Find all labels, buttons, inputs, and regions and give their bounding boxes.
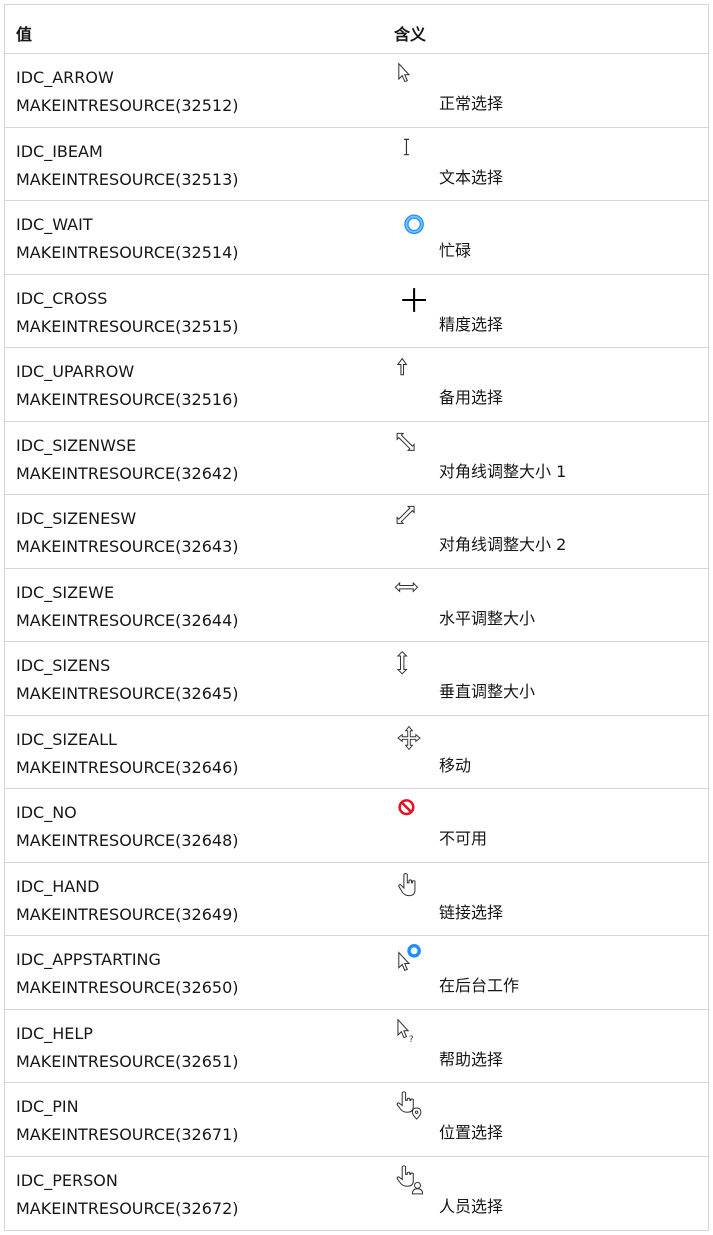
cursor-resource-code: MAKEINTRESOURCE(32651) [16, 1051, 239, 1071]
cursor-resource-code: MAKEINTRESOURCE(32643) [16, 537, 239, 556]
up-arrow-icon [392, 356, 426, 390]
cursor-constant-name: IDC_SIZEALL [16, 729, 117, 749]
cursor-meaning: 水平调整大小 [439, 608, 536, 628]
table-row: IDC_PERSON MAKEINTRESOURCE(32672) 人员选择 [5, 1157, 708, 1231]
arrow-busy-icon [392, 944, 426, 978]
table-row: IDC_PIN MAKEINTRESOURCE(32671) 位置选择 [5, 1083, 708, 1157]
svg-text:?: ? [409, 1034, 414, 1044]
resize-nesw-icon [392, 503, 426, 537]
cursor-constant-name: IDC_SIZEWE [16, 582, 115, 602]
cursor-meaning: 不可用 [439, 829, 488, 848]
table-row: IDC_IBEAM MAKEINTRESOURCE(32513) 文本选择 [5, 128, 708, 201]
cursor-table: 值 含义 IDC_ARROW MAKEINTRESOURCE(32512) 正常选择… [4, 4, 709, 1231]
cursor-meaning: 帮助选择 [439, 1049, 504, 1069]
cursor-resource-code: MAKEINTRESOURCE(32645) [16, 684, 239, 703]
cursor-resource-code: MAKEINTRESOURCE(32650) [16, 978, 239, 997]
cursor-meaning: 文本选择 [439, 167, 504, 187]
cursor-meaning: 备用选择 [439, 388, 504, 407]
cursor-meaning: 对角线调整大小 1 [439, 461, 567, 481]
resize-nwse-icon [392, 430, 426, 464]
cursor-resource-code: MAKEINTRESOURCE(32648) [16, 831, 239, 850]
table-row: IDC_UPARROW MAKEINTRESOURCE(32516) 备用选择 [5, 348, 708, 422]
table-row: IDC_SIZEWE MAKEINTRESOURCE(32644) 水平调整大小 [5, 569, 708, 642]
move-icon [392, 724, 426, 758]
table-row: IDC_HAND MAKEINTRESOURCE(32649) 链接选择 [5, 863, 708, 936]
cursor-resource-code: MAKEINTRESOURCE(32512) [16, 96, 239, 115]
cursor-constant-name: IDC_IBEAM [16, 141, 103, 161]
cursor-meaning: 精度选择 [439, 314, 504, 334]
table-body: IDC_ARROW MAKEINTRESOURCE(32512) 正常选择 IDC_I… [5, 54, 708, 1230]
cursor-resource-code: MAKEINTRESOURCE(32642) [16, 463, 239, 483]
cursor-constant-name: IDC_SIZENESW [16, 509, 137, 528]
cursor-constant-name: IDC_UPARROW [16, 362, 135, 381]
cursor-constant-name: IDC_WAIT [16, 215, 93, 234]
cursor-resource-code: MAKEINTRESOURCE(32516) [16, 390, 239, 409]
crosshair-icon [392, 283, 426, 317]
cursor-constant-name: IDC_NO [16, 803, 77, 822]
cursor-meaning: 忙碌 [439, 241, 472, 260]
table-row: IDC_WAIT MAKEINTRESOURCE(32514) 忙碌 [5, 201, 708, 275]
cursor-meaning: 移动 [439, 755, 472, 775]
busy-ring-icon [392, 209, 426, 243]
table-row: IDC_NO MAKEINTRESOURCE(32648) 不可用 [5, 789, 708, 863]
cursor-constant-name: IDC_HELP [16, 1023, 93, 1043]
cursor-meaning: 人员选择 [439, 1196, 504, 1216]
cursor-resource-code: MAKEINTRESOURCE(32671) [16, 1125, 239, 1144]
cursor-resource-code: MAKEINTRESOURCE(32514) [16, 243, 239, 262]
cursor-meaning: 位置选择 [439, 1123, 504, 1142]
arrow-help-icon: ? [392, 1017, 426, 1052]
not-allowed-icon [392, 797, 426, 831]
cursor-constant-name: IDC_CROSS [16, 288, 108, 308]
cursor-constant-name: IDC_PIN [16, 1097, 79, 1116]
cursor-constant-name: IDC_PERSON [16, 1170, 118, 1190]
cursor-resource-code: MAKEINTRESOURCE(32646) [16, 757, 239, 777]
table-row: IDC_SIZENS MAKEINTRESOURCE(32645) 垂直调整大小 [5, 642, 708, 716]
table-row: IDC_ARROW MAKEINTRESOURCE(32512) 正常选择 [5, 54, 708, 128]
cursor-resource-code: MAKEINTRESOURCE(32513) [16, 169, 239, 189]
hand-person-icon [392, 1164, 426, 1199]
table-row: IDC_SIZENWSE MAKEINTRESOURCE(32642) 对角线调整大… [5, 422, 708, 495]
ibeam-cursor-icon [392, 136, 426, 170]
resize-we-icon [392, 577, 426, 611]
resize-ns-icon [392, 650, 426, 684]
cursor-resource-code: MAKEINTRESOURCE(32649) [16, 904, 239, 924]
table-row: IDC_APPSTARTING MAKEINTRESOURCE(32650) 在后台… [5, 936, 708, 1010]
cursor-resource-code: MAKEINTRESOURCE(32515) [16, 316, 239, 336]
header-meaning: 含义 [394, 25, 427, 44]
cursor-resource-code: MAKEINTRESOURCE(32644) [16, 610, 239, 630]
cursor-meaning: 链接选择 [439, 902, 504, 922]
cursor-constant-name: IDC_HAND [16, 876, 100, 896]
cursor-constant-name: IDC_SIZENS [16, 656, 111, 675]
hand-pin-icon [392, 1091, 426, 1125]
table-row: IDC_HELP MAKEINTRESOURCE(32651)? 帮助选择 [5, 1010, 708, 1083]
cursor-constant-name: IDC_APPSTARTING [16, 950, 161, 969]
table-header: 值 含义 [5, 5, 708, 54]
table-row: IDC_CROSS MAKEINTRESOURCE(32515) 精度选择 [5, 275, 708, 348]
cursor-meaning: 在后台工作 [439, 976, 520, 995]
cursor-meaning: 对角线调整大小 2 [439, 535, 567, 554]
table-row: IDC_SIZENESW MAKEINTRESOURCE(32643) 对角线调整大… [5, 495, 708, 569]
cursor-resource-code: MAKEINTRESOURCE(32672) [16, 1198, 239, 1218]
arrow-cursor-icon [392, 62, 426, 96]
cursor-constant-name: IDC_ARROW [16, 68, 114, 87]
cursor-meaning: 正常选择 [439, 94, 504, 113]
hand-pointer-icon [392, 871, 426, 905]
cursor-constant-name: IDC_SIZENWSE [16, 435, 137, 455]
table-row: IDC_SIZEALL MAKEINTRESOURCE(32646) 移动 [5, 716, 708, 789]
cursor-meaning: 垂直调整大小 [439, 682, 536, 701]
header-value: 值 [16, 25, 33, 44]
